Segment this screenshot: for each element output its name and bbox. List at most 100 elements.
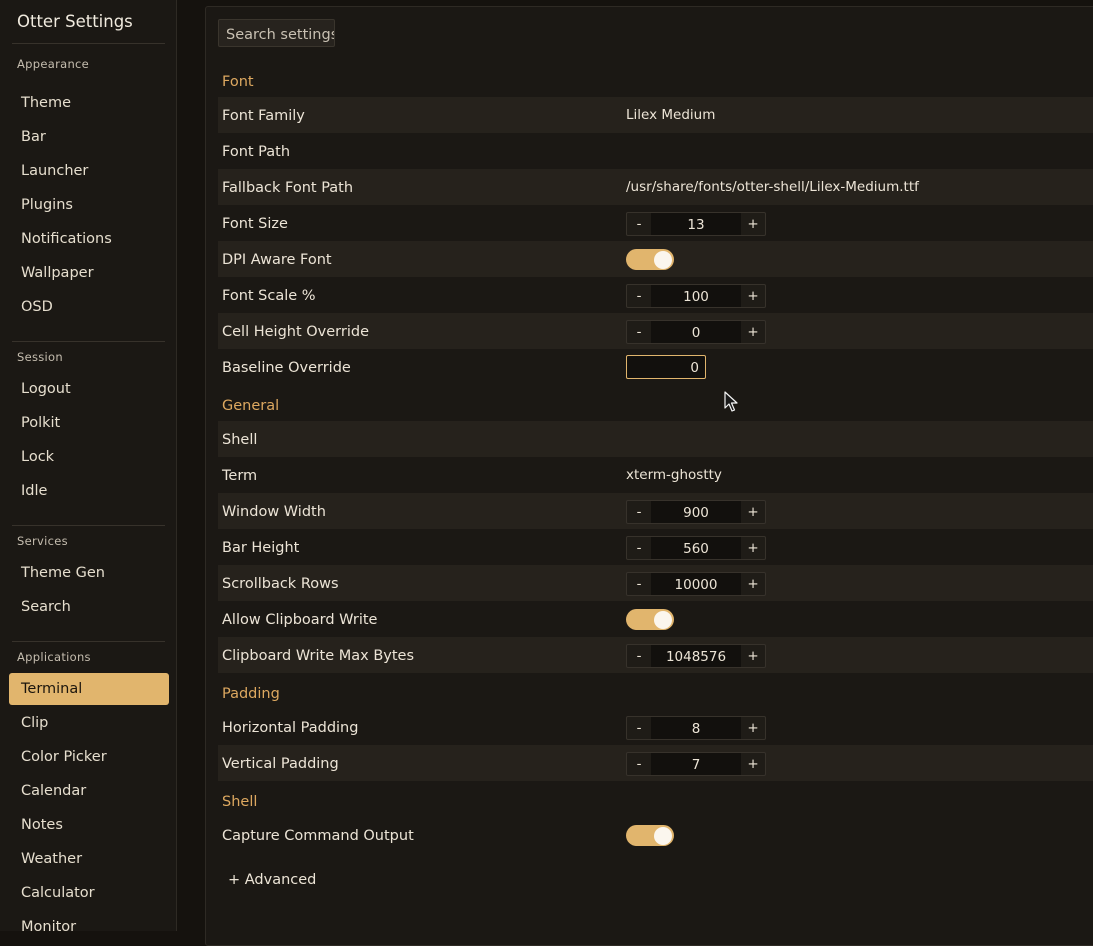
setting-label: DPI Aware Font	[222, 252, 332, 268]
bar-height-input[interactable]: 560	[651, 537, 741, 559]
setting-row-cell-height-override: Cell Height Override - 0 +	[218, 313, 1093, 349]
setting-label: Shell	[222, 432, 258, 448]
increment-button[interactable]: +	[741, 717, 765, 739]
font-size-input[interactable]: 13	[651, 213, 741, 235]
setting-label: Allow Clipboard Write	[222, 612, 378, 628]
decrement-button[interactable]: -	[627, 645, 651, 667]
font-family-field[interactable]: Lilex Medium	[626, 97, 715, 133]
increment-button[interactable]: +	[741, 645, 765, 667]
sidebar-item-terminal[interactable]: Terminal	[9, 673, 169, 705]
sidebar-item-theme-gen[interactable]: Theme Gen	[9, 557, 169, 589]
group-title-shell: Shell	[222, 794, 258, 810]
setting-row-allow-clipboard-write: Allow Clipboard Write	[218, 601, 1093, 637]
sidebar-item-lock[interactable]: Lock	[9, 441, 169, 473]
increment-button[interactable]: +	[741, 573, 765, 595]
decrement-button[interactable]: -	[627, 753, 651, 775]
decrement-button[interactable]: -	[627, 573, 651, 595]
baseline-override-input[interactable]: 0	[626, 355, 706, 379]
setting-label: Font Family	[222, 108, 305, 124]
clipboard-write-max-bytes-input[interactable]: 1048576	[651, 645, 741, 667]
setting-label: Clipboard Write Max Bytes	[222, 648, 415, 664]
decrement-button[interactable]: -	[627, 285, 651, 307]
setting-row-scrollback-rows: Scrollback Rows - 10000 +	[218, 565, 1093, 601]
increment-button[interactable]: +	[741, 501, 765, 523]
sidebar: Otter Settings Appearance Theme Bar Laun…	[0, 0, 177, 931]
sidebar-item-wallpaper[interactable]: Wallpaper	[9, 257, 169, 289]
sidebar-item-polkit[interactable]: Polkit	[9, 407, 169, 439]
vertical-padding-stepper: - 7 +	[626, 752, 766, 776]
sidebar-section-services: Services	[17, 534, 68, 548]
setting-label: Bar Height	[222, 540, 300, 556]
setting-row-term: Term xterm-ghostty	[218, 457, 1093, 493]
setting-row-horizontal-padding: Horizontal Padding - 8 +	[218, 709, 1093, 745]
increment-button[interactable]: +	[741, 321, 765, 343]
sidebar-section-session: Session	[17, 350, 63, 364]
sidebar-item-osd[interactable]: OSD	[9, 291, 169, 323]
sidebar-item-calculator[interactable]: Calculator	[9, 877, 169, 909]
decrement-button[interactable]: -	[627, 321, 651, 343]
increment-button[interactable]: +	[741, 285, 765, 307]
toggle-knob	[654, 250, 672, 269]
setting-label: Font Path	[222, 144, 291, 160]
scrollback-rows-input[interactable]: 10000	[651, 573, 741, 595]
setting-row-window-width: Window Width - 900 +	[218, 493, 1093, 529]
increment-button[interactable]: +	[741, 213, 765, 235]
mouse-cursor-icon	[724, 391, 738, 412]
setting-label: Cell Height Override	[222, 324, 369, 340]
search-input[interactable]: Search settings	[218, 19, 335, 47]
toggle-knob	[654, 610, 672, 629]
group-title-font: Font	[222, 74, 254, 90]
scrollback-rows-stepper: - 10000 +	[626, 572, 766, 596]
window-width-input[interactable]: 900	[651, 501, 741, 523]
sidebar-item-notes[interactable]: Notes	[9, 809, 169, 841]
setting-row-vertical-padding: Vertical Padding - 7 +	[218, 745, 1093, 781]
setting-row-font-family: Font Family Lilex Medium	[218, 97, 1093, 133]
sidebar-item-launcher[interactable]: Launcher	[9, 155, 169, 187]
capture-command-output-toggle[interactable]	[626, 825, 674, 846]
sidebar-item-theme[interactable]: Theme	[9, 87, 169, 119]
setting-label: Font Size	[222, 216, 288, 232]
setting-row-baseline-override: Baseline Override 0	[218, 349, 1093, 385]
decrement-button[interactable]: -	[627, 717, 651, 739]
sidebar-item-weather[interactable]: Weather	[9, 843, 169, 875]
vertical-padding-input[interactable]: 7	[651, 753, 741, 775]
setting-label: Window Width	[222, 504, 326, 520]
advanced-toggle-button[interactable]: + Advanced	[228, 872, 316, 888]
sidebar-item-monitor[interactable]: Monitor	[9, 911, 169, 931]
bar-height-stepper: - 560 +	[626, 536, 766, 560]
sidebar-item-logout[interactable]: Logout	[9, 373, 169, 405]
setting-row-capture-command-output: Capture Command Output	[218, 817, 1093, 853]
dpi-aware-font-toggle[interactable]	[626, 249, 674, 270]
term-field[interactable]: xterm-ghostty	[626, 457, 722, 493]
font-scale-input[interactable]: 100	[651, 285, 741, 307]
sidebar-item-idle[interactable]: Idle	[9, 475, 169, 507]
sidebar-divider	[12, 641, 165, 642]
group-title-padding: Padding	[222, 686, 280, 702]
toggle-knob	[654, 826, 672, 845]
settings-panel: Search settings Font Font Family Lilex M…	[205, 6, 1093, 946]
setting-row-font-size: Font Size - 13 +	[218, 205, 1093, 241]
cell-height-override-input[interactable]: 0	[651, 321, 741, 343]
decrement-button[interactable]: -	[627, 213, 651, 235]
sidebar-item-bar[interactable]: Bar	[9, 121, 169, 153]
sidebar-item-plugins[interactable]: Plugins	[9, 189, 169, 221]
font-size-stepper: - 13 +	[626, 212, 766, 236]
decrement-button[interactable]: -	[627, 537, 651, 559]
decrement-button[interactable]: -	[627, 501, 651, 523]
sidebar-divider	[12, 341, 165, 342]
sidebar-item-clip[interactable]: Clip	[9, 707, 169, 739]
window-width-stepper: - 900 +	[626, 500, 766, 524]
fallback-font-path-field[interactable]: /usr/share/fonts/otter-shell/Lilex-Mediu…	[626, 169, 919, 205]
sidebar-item-notifications[interactable]: Notifications	[9, 223, 169, 255]
sidebar-item-color-picker[interactable]: Color Picker	[9, 741, 169, 773]
increment-button[interactable]: +	[741, 537, 765, 559]
increment-button[interactable]: +	[741, 753, 765, 775]
sidebar-item-calendar[interactable]: Calendar	[9, 775, 169, 807]
sidebar-divider	[12, 43, 165, 44]
setting-row-clipboard-write-max-bytes: Clipboard Write Max Bytes - 1048576 +	[218, 637, 1093, 673]
setting-label: Horizontal Padding	[222, 720, 359, 736]
allow-clipboard-write-toggle[interactable]	[626, 609, 674, 630]
setting-label: Baseline Override	[222, 360, 351, 376]
horizontal-padding-input[interactable]: 8	[651, 717, 741, 739]
sidebar-item-search[interactable]: Search	[9, 591, 169, 623]
